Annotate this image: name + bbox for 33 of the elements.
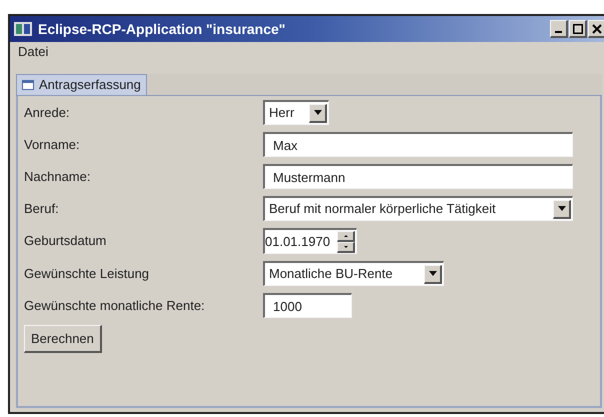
input-field[interactable]: Max [263,132,573,157]
dropdown-arrow-icon [558,206,566,211]
field-label: Nachname: [24,168,92,186]
minimize-icon [555,31,562,33]
app-icon [14,22,32,36]
field-label: Vorname: [24,136,81,154]
view-icon [22,80,34,90]
menu-item[interactable]: Datei [18,42,48,62]
field-label: Beruf: [24,200,60,218]
field-label: Gewünschte Leistung [24,264,150,283]
field-label: Geburtsdatum [24,232,108,250]
dropdown[interactable]: Monatliche BU-Rente [263,261,444,286]
input-field[interactable]: Mustermann [263,164,573,189]
date-spinner[interactable]: 01.01.1970 [263,228,357,254]
calculate-button[interactable]: Berechnen [24,325,102,353]
window-title: Eclipse-RCP-Application "insurance" [38,20,286,39]
tab[interactable]: Antragserfassung [16,74,147,95]
dropdown[interactable]: Herr [263,100,329,125]
minimize-button[interactable] [550,20,568,38]
field-label: Gewünschte monatliche Rente: [24,296,206,315]
spin-down-button[interactable] [337,242,355,252]
dropdown[interactable]: Beruf mit normaler körperliche Tätigkeit [263,196,573,221]
spin-up-button[interactable] [337,230,355,242]
dropdown-arrow-icon [314,110,322,115]
maximize-icon [572,24,582,34]
field-label: Anrede: [24,104,71,122]
input-field[interactable]: 1000 [263,293,352,318]
dropdown-arrow-icon [428,271,436,276]
up-arrow-icon [344,234,348,236]
close-button[interactable] [588,20,604,38]
down-arrow-icon [344,246,348,248]
close-icon [592,24,602,34]
maximize-button[interactable] [569,20,587,38]
